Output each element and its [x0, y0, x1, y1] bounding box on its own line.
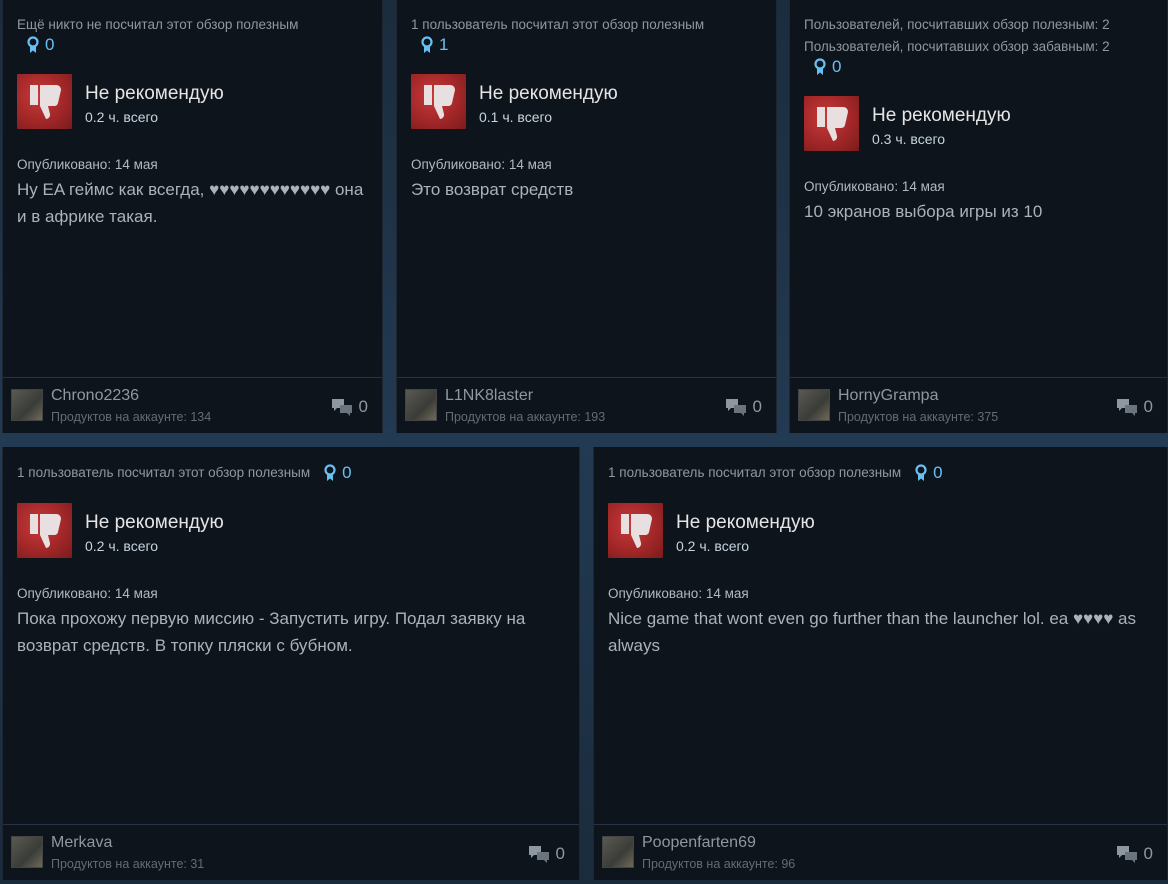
recommendation-title: Не рекомендую: [85, 512, 224, 533]
award-button[interactable]: 1: [421, 35, 448, 55]
award-ribbon-icon: [421, 36, 433, 53]
helpful-votes: 1 пользователь посчитал этот обзор полез…: [17, 462, 352, 484]
avatar[interactable]: [798, 389, 830, 421]
posted-date: Опубликовано: 14 мая: [17, 586, 158, 601]
username-link[interactable]: HornyGrampa: [838, 387, 938, 405]
avatar[interactable]: [602, 836, 634, 868]
comments-link[interactable]: 0: [528, 844, 565, 864]
award-ribbon-icon: [915, 464, 927, 481]
hours-played: 0.2 ч. всего: [85, 109, 159, 125]
comment-count: 0: [1143, 397, 1153, 416]
posted-date: Опубликовано: 14 мая: [608, 586, 749, 601]
product-count: Продуктов на аккаунте: 193: [445, 410, 606, 424]
comments-link[interactable]: 0: [725, 397, 762, 417]
review-card: 1 пользователь посчитал этот обзор полез…: [396, 0, 777, 433]
recommendation-title: Не рекомендую: [479, 83, 618, 104]
username-link[interactable]: Merkava: [51, 834, 112, 852]
comment-count: 0: [358, 397, 368, 416]
comment-bubbles-icon: [1116, 399, 1137, 416]
hours-played: 0.1 ч. всего: [479, 109, 553, 125]
recommendation-block[interactable]: Не рекомендую 0.2 ч. всего: [17, 74, 372, 129]
review-card: Пользователей, посчитавших обзор полезны…: [789, 0, 1168, 433]
product-count: Продуктов на аккаунте: 375: [838, 410, 999, 424]
posted-date: Опубликовано: 14 мая: [804, 179, 945, 194]
hours-played: 0.2 ч. всего: [85, 538, 159, 554]
avatar[interactable]: [11, 836, 43, 868]
recommendation-title: Не рекомендую: [872, 105, 1011, 126]
comments-link[interactable]: 0: [1116, 397, 1153, 417]
username-link[interactable]: Chrono2236: [51, 387, 139, 405]
comment-bubbles-icon: [1116, 846, 1137, 863]
posted-date: Опубликовано: 14 мая: [411, 157, 552, 172]
award-ribbon-icon: [27, 36, 39, 53]
thumbs-down-icon: [17, 74, 72, 129]
review-card: 1 пользователь посчитал этот обзор полез…: [2, 447, 580, 880]
recommendation-block[interactable]: Не рекомендую 0.2 ч. всего: [17, 503, 569, 558]
comments-link[interactable]: 0: [331, 397, 368, 417]
review-text: Пока прохожу первую миссию - Запустить и…: [17, 609, 526, 655]
review-footer: Poopenfarten69 Продуктов на аккаунте: 96…: [594, 824, 1167, 880]
thumbs-down-icon: [17, 503, 72, 558]
review-text: Это возврат средств: [411, 180, 574, 199]
thumbs-down-icon: [804, 96, 859, 151]
comment-count: 0: [555, 844, 565, 863]
award-count: 0: [45, 35, 55, 54]
review-card: Ещё никто не посчитал этот обзор полезны…: [2, 0, 383, 433]
award-ribbon-icon: [814, 58, 826, 75]
comment-count: 0: [1143, 844, 1153, 863]
review-text: Nice game that wont even go further than…: [608, 609, 1137, 655]
product-count: Продуктов на аккаунте: 96: [642, 857, 796, 871]
helpful-votes: 1 пользователь посчитал этот обзор полез…: [411, 17, 705, 32]
recommendation-block[interactable]: Не рекомендую 0.3 ч. всего: [804, 96, 1157, 151]
review-footer: Chrono2236 Продуктов на аккаунте: 134 0: [3, 377, 382, 433]
hours-played: 0.3 ч. всего: [872, 131, 946, 147]
review-text: 10 экранов выбора игры из 10: [804, 202, 1043, 221]
recommendation-title: Не рекомендую: [85, 83, 224, 104]
helpful-votes: Пользователей, посчитавших обзор полезны…: [804, 17, 1110, 54]
award-button[interactable]: 0: [915, 462, 943, 484]
thumbs-down-icon: [411, 74, 466, 129]
review-footer: HornyGrampa Продуктов на аккаунте: 375 0: [790, 377, 1167, 433]
award-button[interactable]: 0: [27, 35, 54, 55]
recommendation-block[interactable]: Не рекомендую 0.1 ч. всего: [411, 74, 766, 129]
avatar[interactable]: [405, 389, 437, 421]
avatar[interactable]: [11, 389, 43, 421]
review-footer: Merkava Продуктов на аккаунте: 31 0: [3, 824, 579, 880]
recommendation-block[interactable]: Не рекомендую 0.2 ч. всего: [608, 503, 1157, 558]
comment-count: 0: [752, 397, 762, 416]
thumbs-down-icon: [608, 503, 663, 558]
product-count: Продуктов на аккаунте: 134: [51, 410, 212, 424]
username-link[interactable]: L1NK8laster: [445, 387, 533, 405]
posted-date: Опубликовано: 14 мая: [17, 157, 158, 172]
award-ribbon-icon: [324, 464, 336, 481]
recommendation-title: Не рекомендую: [676, 512, 815, 533]
comment-bubbles-icon: [331, 399, 352, 416]
award-button[interactable]: 0: [324, 462, 352, 484]
review-text: Ну EA геймс как всегда, ♥♥♥♥♥♥♥♥♥♥♥♥ она…: [17, 180, 364, 226]
award-count: 0: [342, 463, 352, 482]
username-link[interactable]: Poopenfarten69: [642, 834, 756, 852]
review-card: 1 пользователь посчитал этот обзор полез…: [593, 447, 1168, 880]
helpful-votes: 1 пользователь посчитал этот обзор полез…: [608, 462, 943, 484]
product-count: Продуктов на аккаунте: 31: [51, 857, 205, 871]
comment-bubbles-icon: [725, 399, 746, 416]
award-button[interactable]: 0: [814, 57, 841, 77]
hours-played: 0.2 ч. всего: [676, 538, 750, 554]
comment-bubbles-icon: [528, 846, 549, 863]
helpful-votes: Ещё никто не посчитал этот обзор полезны…: [17, 17, 299, 32]
award-count: 0: [933, 463, 943, 482]
comments-link[interactable]: 0: [1116, 844, 1153, 864]
review-footer: L1NK8laster Продуктов на аккаунте: 193 0: [397, 377, 776, 433]
award-count: 0: [832, 57, 842, 76]
award-count: 1: [439, 35, 449, 54]
